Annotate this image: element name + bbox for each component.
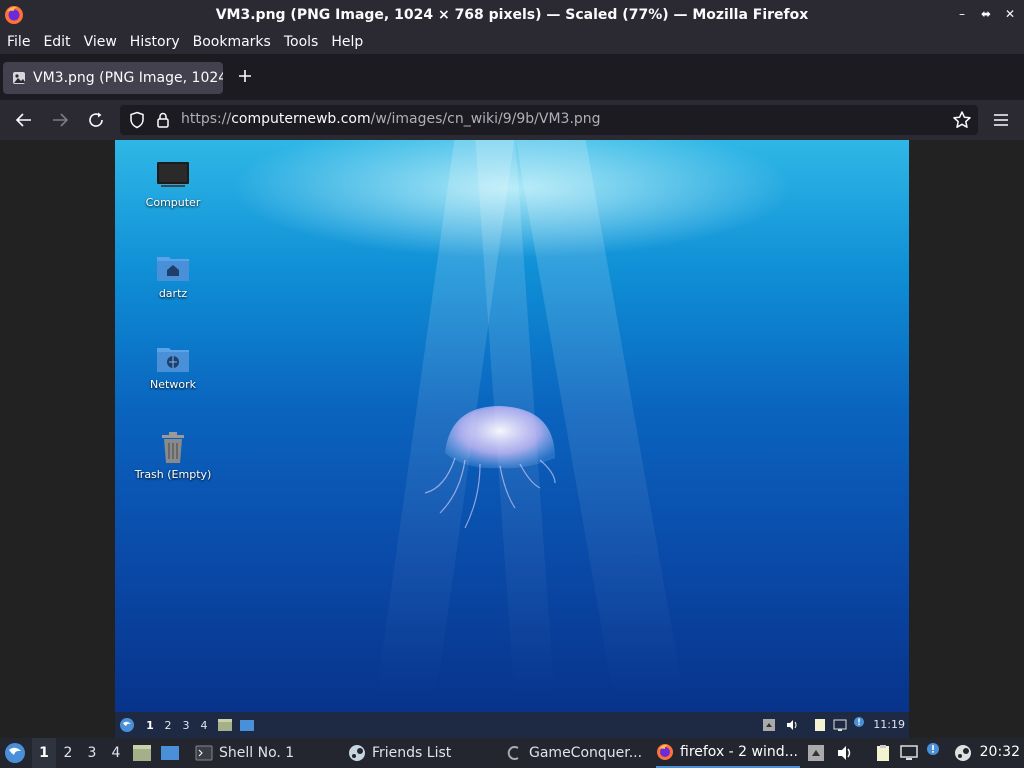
menu-history[interactable]: History — [130, 34, 180, 50]
system-clock[interactable]: 20:32 — [980, 744, 1020, 760]
workspace-1[interactable]: 1 — [32, 738, 56, 768]
vm-desktop-icon[interactable] — [239, 718, 255, 732]
tracking-protection-shield-icon[interactable] — [128, 111, 146, 129]
reload-button[interactable] — [84, 108, 108, 132]
tray-up-icon[interactable] — [808, 745, 824, 761]
vm-panel: 1 2 3 4 11:19 — [115, 712, 909, 738]
back-button[interactable] — [12, 108, 36, 132]
menu-view[interactable]: View — [84, 34, 117, 50]
menu-tools[interactable]: Tools — [284, 34, 319, 50]
vm-clipboard-icon[interactable] — [813, 718, 827, 732]
task-gameconqueror[interactable]: GameConquer... — [505, 738, 642, 768]
window-titlebar: VM3.png (PNG Image, 1024 × 768 pixels) —… — [0, 0, 1024, 30]
files-icon[interactable] — [132, 744, 152, 762]
computer-icon — [157, 162, 189, 187]
close-icon[interactable]: ✕ — [1002, 6, 1018, 22]
network-icon[interactable] — [900, 744, 918, 762]
workspace-3[interactable]: 3 — [80, 745, 104, 761]
plus-icon — [239, 70, 251, 82]
desktop-icon-label: Network — [150, 378, 196, 391]
window-title: VM3.png (PNG Image, 1024 × 768 pixels) —… — [215, 7, 809, 23]
show-desktop-icon[interactable] — [160, 744, 180, 762]
start-menu-icon[interactable] — [4, 742, 26, 764]
menu-file[interactable]: File — [7, 34, 30, 50]
clipboard-icon[interactable] — [874, 744, 892, 762]
desktop-icon-home[interactable]: dartz — [128, 249, 218, 300]
image-file-icon — [13, 72, 25, 84]
gameconqueror-icon — [507, 746, 519, 760]
desktop-icon-computer[interactable]: Computer — [128, 158, 218, 209]
reload-icon — [89, 112, 103, 127]
menu-bookmarks[interactable]: Bookmarks — [193, 34, 271, 50]
new-tab-button[interactable] — [235, 64, 255, 88]
desktop-icon-label: Trash (Empty) — [134, 468, 212, 481]
jellyfish-image — [424, 406, 556, 529]
forward-button[interactable] — [48, 108, 72, 132]
task-label: Friends List — [372, 745, 452, 761]
menu-bar: File Edit View History Bookmarks Tools H… — [0, 30, 1024, 54]
url-scheme: https:// — [181, 111, 232, 127]
update-notifier-icon[interactable] — [926, 742, 940, 756]
arrow-left-icon — [15, 113, 31, 127]
desktop-icon-network[interactable]: Network — [128, 340, 218, 391]
menu-help[interactable]: Help — [331, 34, 363, 50]
vm-clock[interactable]: 11:19 — [873, 718, 905, 731]
network-folder-icon — [157, 348, 189, 372]
vm-workspace-1[interactable]: 1 — [141, 719, 159, 732]
url-bar[interactable]: https://computernewb.com/w/images/cn_wik… — [120, 105, 978, 135]
maximize-icon[interactable]: ⬌ — [978, 6, 994, 22]
system-taskbar: 1 2 3 4 Shell No. 1 Friends List GameCon… — [0, 738, 1024, 768]
vm-workspace-3[interactable]: 3 — [177, 719, 195, 732]
workspace-2[interactable]: 2 — [56, 745, 80, 761]
home-folder-icon — [157, 257, 189, 281]
menu-edit[interactable]: Edit — [43, 34, 70, 50]
url-path: /w/images/cn_wiki/9/9b/VM3.png — [370, 111, 601, 127]
tab-title: VM3.png (PNG Image, 1024 × 768 pixels) — [33, 70, 223, 86]
window-controls: – ⬌ ✕ — [954, 6, 1018, 22]
vm-volume-icon[interactable] — [785, 718, 799, 732]
workspace-4[interactable]: 4 — [104, 745, 128, 761]
firefox-icon — [657, 744, 673, 760]
volume-icon[interactable] — [836, 744, 854, 762]
task-friends-list[interactable]: Friends List — [348, 738, 451, 768]
vm-start-menu-icon[interactable] — [119, 717, 135, 733]
lock-icon[interactable] — [154, 111, 172, 129]
navigation-toolbar: https://computernewb.com/w/images/cn_wik… — [0, 100, 1024, 140]
task-label: Shell No. 1 — [219, 745, 295, 761]
vm-workspace-4[interactable]: 4 — [195, 719, 213, 732]
arrow-right-icon — [53, 113, 69, 127]
bookmark-star-icon[interactable] — [952, 110, 972, 130]
desktop-icon-label: dartz — [158, 287, 188, 300]
vm-workspace-2[interactable]: 2 — [159, 719, 177, 732]
desktop-icon-trash[interactable]: Trash (Empty) — [128, 430, 218, 481]
steam-tray-icon[interactable] — [954, 744, 972, 762]
trash-icon — [162, 432, 184, 463]
url-host: computernewb.com — [231, 111, 371, 127]
url-text[interactable]: https://computernewb.com/w/images/cn_wik… — [181, 111, 601, 127]
vm-tray-up-icon[interactable] — [763, 719, 775, 731]
task-label: firefox - 2 wind... — [680, 744, 798, 760]
tab-strip: VM3.png (PNG Image, 1024 × 768 pixels) — [0, 54, 1024, 100]
task-label: GameConquer... — [529, 745, 643, 761]
page-content: Computer dartz Network Trash (Empty) 1 2… — [0, 140, 1024, 738]
vm-update-icon[interactable] — [853, 716, 865, 728]
vm-network-icon[interactable] — [833, 718, 847, 732]
terminal-icon — [195, 745, 213, 761]
firefox-logo-icon — [5, 6, 23, 24]
task-shell[interactable]: Shell No. 1 — [195, 738, 294, 768]
minimize-icon[interactable]: – — [954, 6, 970, 22]
hamburger-menu-icon[interactable] — [992, 111, 1010, 129]
desktop-icon-label: Computer — [145, 196, 201, 209]
task-firefox[interactable]: firefox - 2 wind... — [656, 738, 800, 768]
vm-screenshot-image[interactable]: Computer dartz Network Trash (Empty) 1 2… — [115, 140, 909, 738]
vm-files-icon[interactable] — [217, 718, 233, 732]
steam-icon — [349, 745, 365, 761]
tab-vm3-png[interactable]: VM3.png (PNG Image, 1024 × 768 pixels) — [3, 62, 223, 94]
